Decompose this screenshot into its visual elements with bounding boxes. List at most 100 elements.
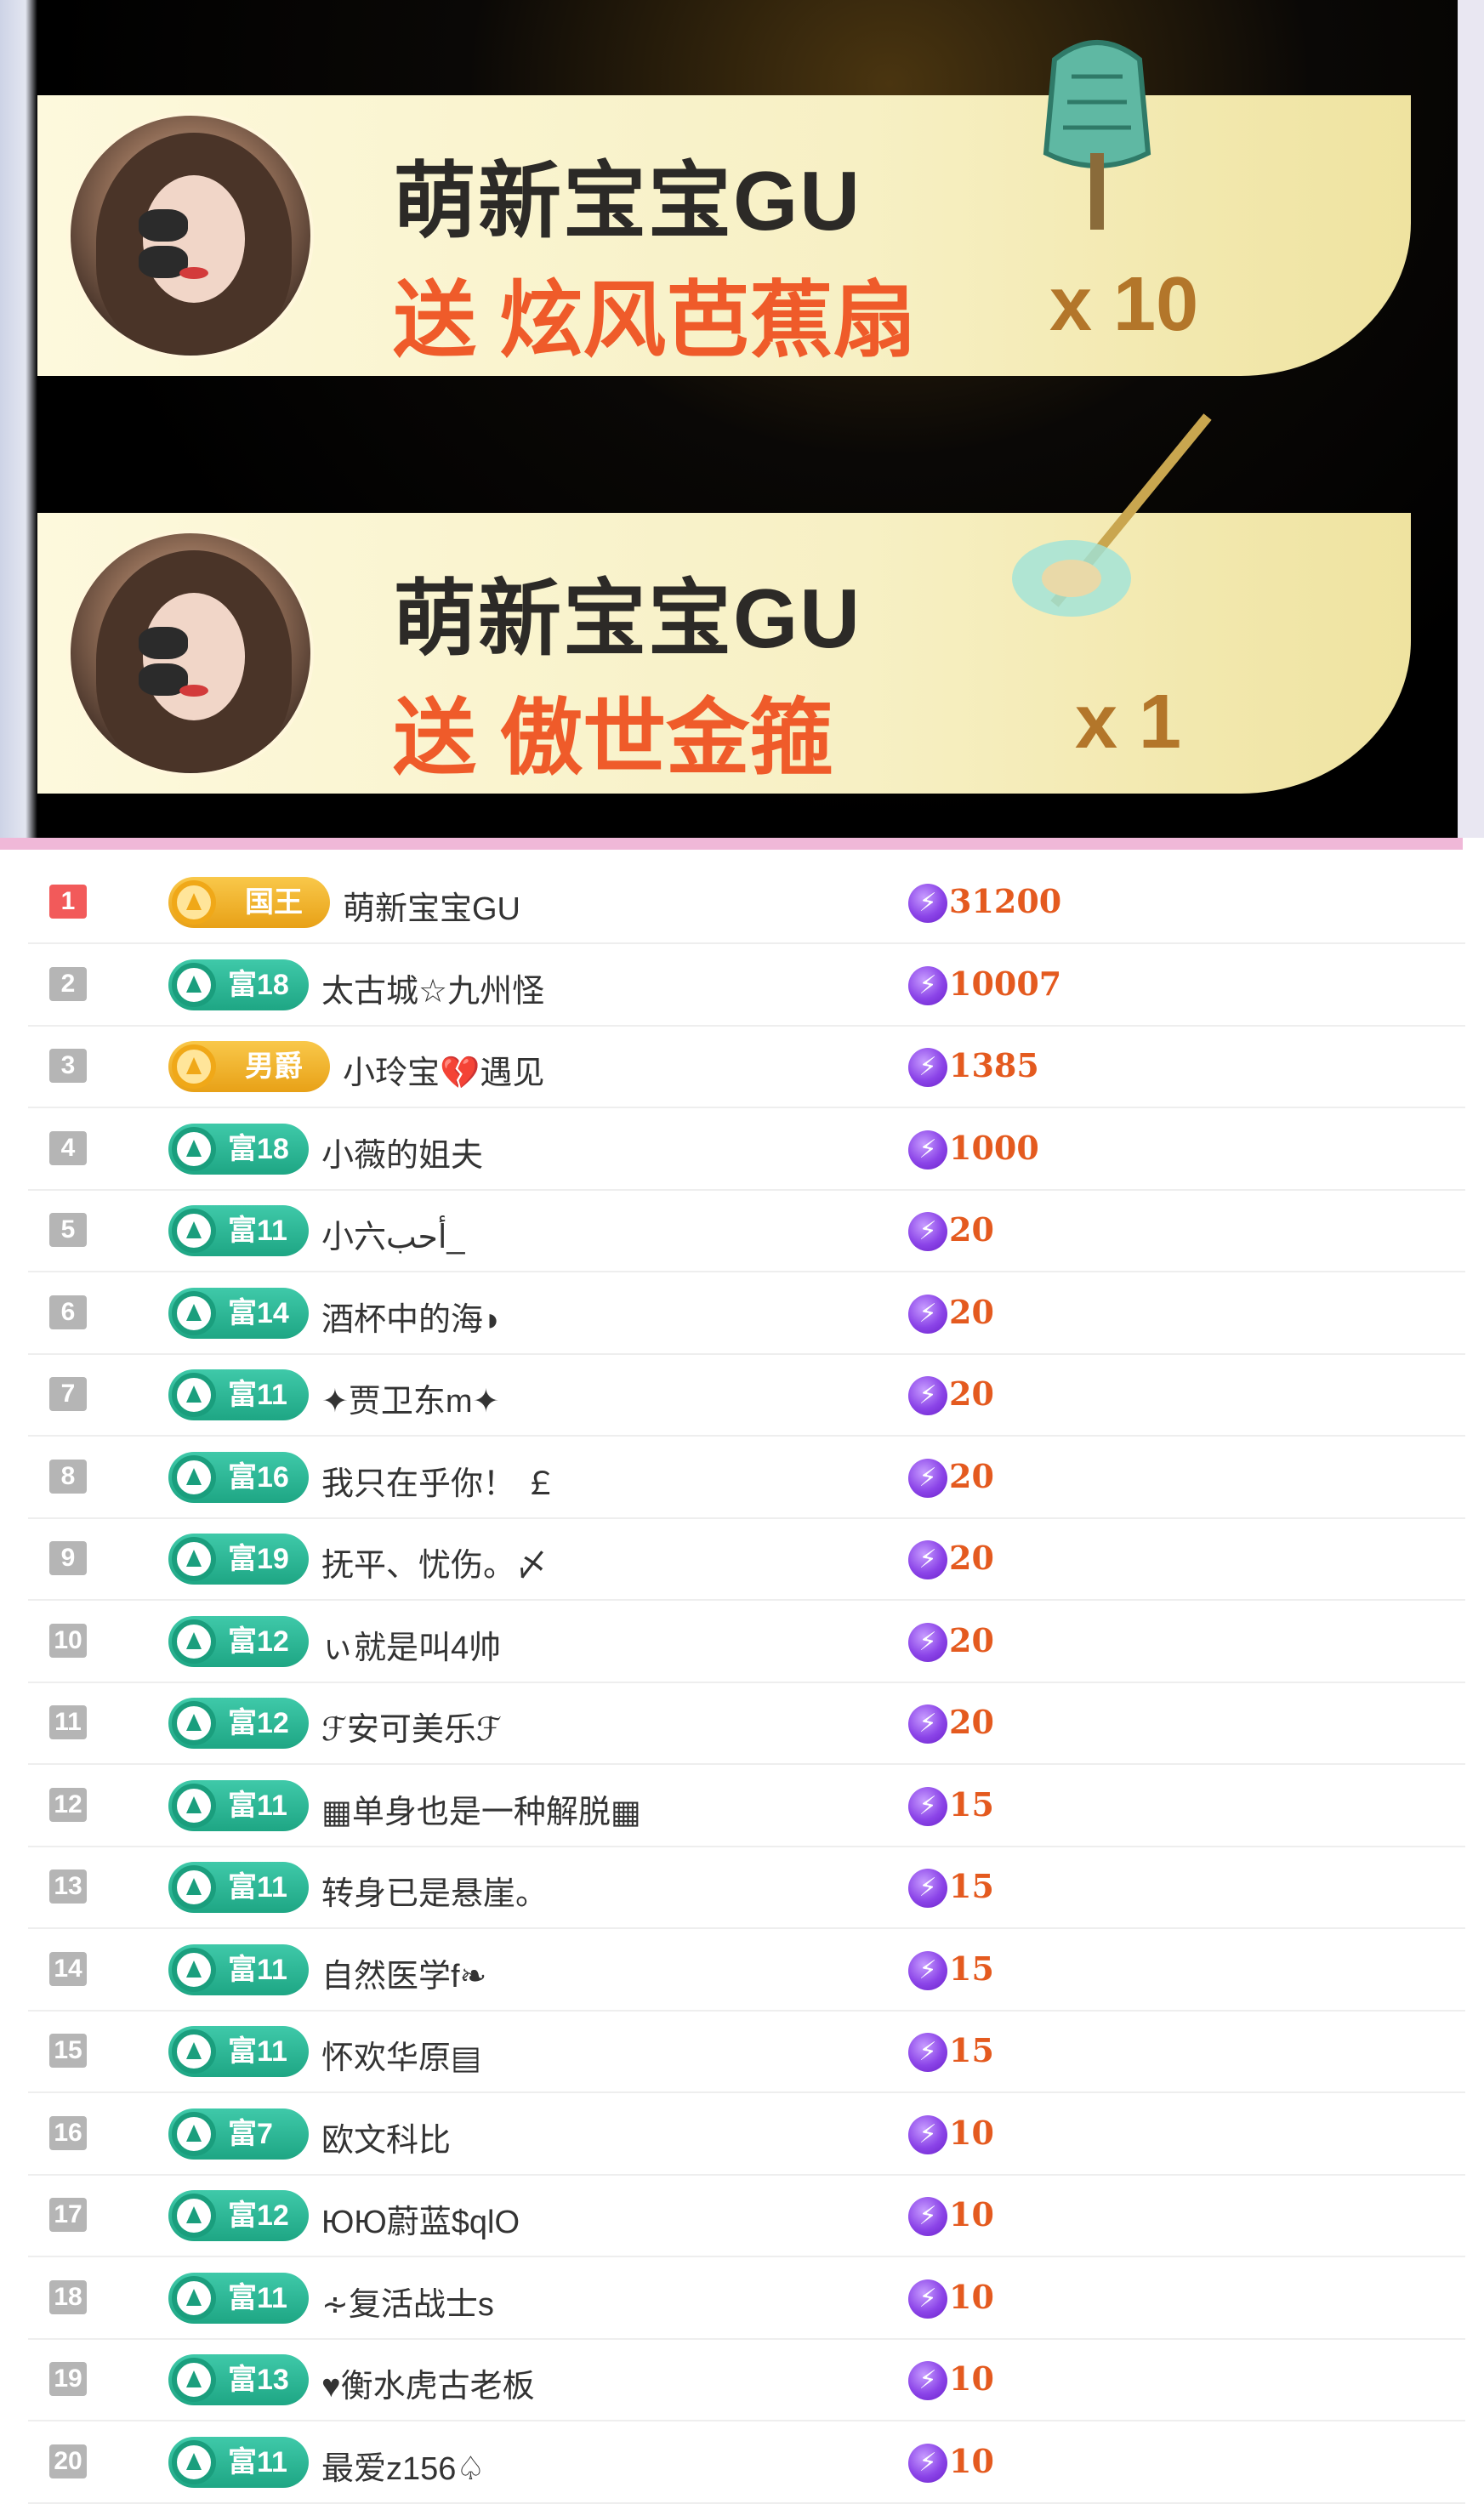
- wealth-level-badge: 富11: [168, 1862, 309, 1913]
- gift-sender-name: 萌新宝宝GU: [393, 154, 862, 248]
- user-name[interactable]: 太古城☆九州怪: [321, 965, 544, 1011]
- rank-number: 7: [49, 1377, 87, 1411]
- lightning-coin-icon: ⚡: [908, 2361, 947, 2400]
- level-icon: [172, 2029, 216, 2074]
- table-row[interactable]: 16 富7 欧文科比 ⚡ 10: [28, 2095, 1465, 2176]
- rank-number: 17: [49, 2198, 87, 2232]
- wealth-level-badge: 富11: [168, 1369, 309, 1420]
- contribution-score: 10: [949, 2277, 994, 2316]
- level-icon: [172, 1044, 216, 1089]
- wealth-level-badge: 富14: [168, 1287, 309, 1339]
- user-name[interactable]: 小玲宝💔遇见: [343, 1046, 544, 1093]
- gift-notification-1: 萌新宝宝GU 送 炫风芭蕉扇 x 10: [37, 95, 1411, 376]
- table-row[interactable]: 13 富11 转身已是悬崖。 ⚡ 15: [28, 1848, 1465, 1929]
- table-row[interactable]: 9 富19 抚平、忧伤。〆 ⚡ 20: [28, 1520, 1465, 1601]
- user-name[interactable]: 怀欢华原▤: [321, 2031, 481, 2078]
- badge-label: 富13: [228, 2364, 289, 2396]
- table-row[interactable]: 11 富12 ℱ安可美乐ℱ ⚡ 20: [28, 1684, 1465, 1765]
- contribution-score: 20: [949, 1620, 994, 1659]
- user-name[interactable]: ∻复活战士s: [321, 2278, 494, 2325]
- rank-number: 12: [49, 1787, 87, 1822]
- level-icon: [172, 1619, 216, 1664]
- contribution-score: 15: [949, 1949, 994, 1988]
- lightning-coin-icon: ⚡: [908, 1704, 947, 1744]
- table-row[interactable]: 10 富12 ぃ就是叫4帅 ⚡ 20: [28, 1602, 1465, 1683]
- gift-sender-name: 萌新宝宝GU: [393, 572, 862, 665]
- user-name[interactable]: 转身已是悬崖。: [321, 1867, 548, 1914]
- lightning-coin-icon: ⚡: [908, 1786, 947, 1826]
- wealth-level-badge: 富7: [168, 2108, 309, 2160]
- lightning-coin-icon: ⚡: [908, 1950, 947, 1990]
- table-row[interactable]: 20 富11 最爱z156♤ ⚡ 10: [28, 2423, 1465, 2504]
- rank-number: 1: [49, 885, 87, 919]
- table-row[interactable]: 8 富16 我只在乎你！ ￡ ⚡ 20: [28, 1438, 1465, 1519]
- badge-label: 富18: [228, 1132, 289, 1165]
- user-name[interactable]: ▦单身也是一种解脱▦: [321, 1785, 641, 1832]
- contribution-score: 10: [949, 2113, 994, 2152]
- table-row[interactable]: 15 富11 怀欢华原▤ ⚡ 15: [28, 2012, 1465, 2093]
- level-icon: [172, 2111, 216, 2156]
- table-row[interactable]: 7 富11 ✦贾卫东m✦ ⚡ 20: [28, 1356, 1465, 1437]
- user-name[interactable]: 小薇的姐夫: [321, 1129, 483, 1175]
- table-row[interactable]: 3 男爵 小玲宝💔遇见 ⚡ 1385: [28, 1027, 1465, 1108]
- table-row[interactable]: 14 富11 自然医学f❧ ⚡ 15: [28, 1931, 1465, 2012]
- lightning-coin-icon: ⚡: [908, 1540, 947, 1579]
- level-icon: [172, 2439, 216, 2484]
- contribution-score: 20: [949, 1374, 994, 1413]
- level-icon: [172, 1865, 216, 1909]
- table-row[interactable]: 5 富11 小六أحب_ ⚡ 20: [28, 1192, 1465, 1272]
- rank-number: 14: [49, 1951, 87, 1986]
- user-name[interactable]: ℱ安可美乐ℱ: [321, 1703, 502, 1750]
- user-name[interactable]: ✦贾卫东m✦: [321, 1374, 499, 1421]
- user-name[interactable]: 酒杯中的海◗: [321, 1293, 503, 1340]
- wealth-level-badge: 富18: [168, 959, 309, 1010]
- user-name[interactable]: ЮЮ蔚蓝$qlO: [321, 2195, 520, 2242]
- badge-label: 富16: [228, 1460, 289, 1494]
- lightning-coin-icon: ⚡: [908, 1048, 947, 1087]
- badge-label: 富11: [228, 1953, 287, 1986]
- wealth-level-badge: 富11: [168, 1943, 309, 1995]
- wealth-level-badge: 富11: [168, 1205, 309, 1256]
- badge-label: 富11: [228, 1379, 287, 1411]
- table-row[interactable]: 1 国王 萌新宝宝GU ⚡ 31200: [28, 863, 1465, 944]
- rank-number: 9: [49, 1541, 87, 1575]
- badge-label: 富11: [228, 1871, 287, 1904]
- user-name[interactable]: ぃ就是叫4帅: [321, 1621, 501, 1668]
- badge-label: 富19: [228, 1543, 289, 1575]
- table-row[interactable]: 4 富18 小薇的姐夫 ⚡ 1000: [28, 1110, 1465, 1191]
- gift-action-text: 送 炫风芭蕉扇: [393, 273, 917, 367]
- table-row[interactable]: 18 富11 ∻复活战士s ⚡ 10: [28, 2259, 1465, 2340]
- background-strip: [1458, 0, 1484, 838]
- wealth-level-badge: 富11: [168, 2436, 309, 2488]
- gift-count: x 10: [1049, 262, 1199, 347]
- level-icon: [172, 1537, 216, 1581]
- table-row[interactable]: 6 富14 酒杯中的海◗ ⚡ 20: [28, 1274, 1465, 1355]
- contribution-score: 15: [949, 1867, 994, 1905]
- contribution-score: 15: [949, 2031, 994, 2069]
- avatar[interactable]: [67, 112, 314, 359]
- user-name[interactable]: 萌新宝宝GU: [343, 882, 520, 929]
- user-name[interactable]: 我只在乎你！ ￡: [321, 1457, 557, 1504]
- lightning-coin-icon: ⚡: [908, 2033, 947, 2072]
- user-name[interactable]: ♥衡水虎古老板: [321, 2359, 535, 2406]
- table-row[interactable]: 19 富13 ♥衡水虎古老板 ⚡ 10: [28, 2341, 1465, 2421]
- user-name[interactable]: 抚平、忧伤。〆: [321, 1539, 548, 1585]
- level-icon: [172, 1373, 216, 1417]
- level-icon: [172, 1126, 216, 1171]
- rank-number: 20: [49, 2444, 87, 2478]
- user-name[interactable]: 最爱z156♤: [321, 2442, 485, 2489]
- rank-number: 19: [49, 2362, 87, 2396]
- level-icon: [172, 2275, 216, 2320]
- contribution-score: 10: [949, 2195, 994, 2234]
- table-row[interactable]: 12 富11 ▦单身也是一种解脱▦ ⚡ 15: [28, 1767, 1465, 1847]
- user-name[interactable]: 自然医学f❧: [321, 1949, 486, 1996]
- contribution-score: 20: [949, 1292, 994, 1331]
- avatar[interactable]: [67, 530, 314, 777]
- lightning-coin-icon: ⚡: [908, 2114, 947, 2154]
- user-name[interactable]: 欧文科比: [321, 2114, 451, 2160]
- table-row[interactable]: 2 富18 太古城☆九州怪 ⚡ 10007: [28, 946, 1465, 1027]
- badge-label: 富11: [228, 1789, 287, 1822]
- table-row[interactable]: 17 富12 ЮЮ蔚蓝$qlO ⚡ 10: [28, 2177, 1465, 2257]
- wealth-level-badge: 富11: [168, 2272, 309, 2324]
- user-name[interactable]: 小六أحب_: [321, 1210, 465, 1257]
